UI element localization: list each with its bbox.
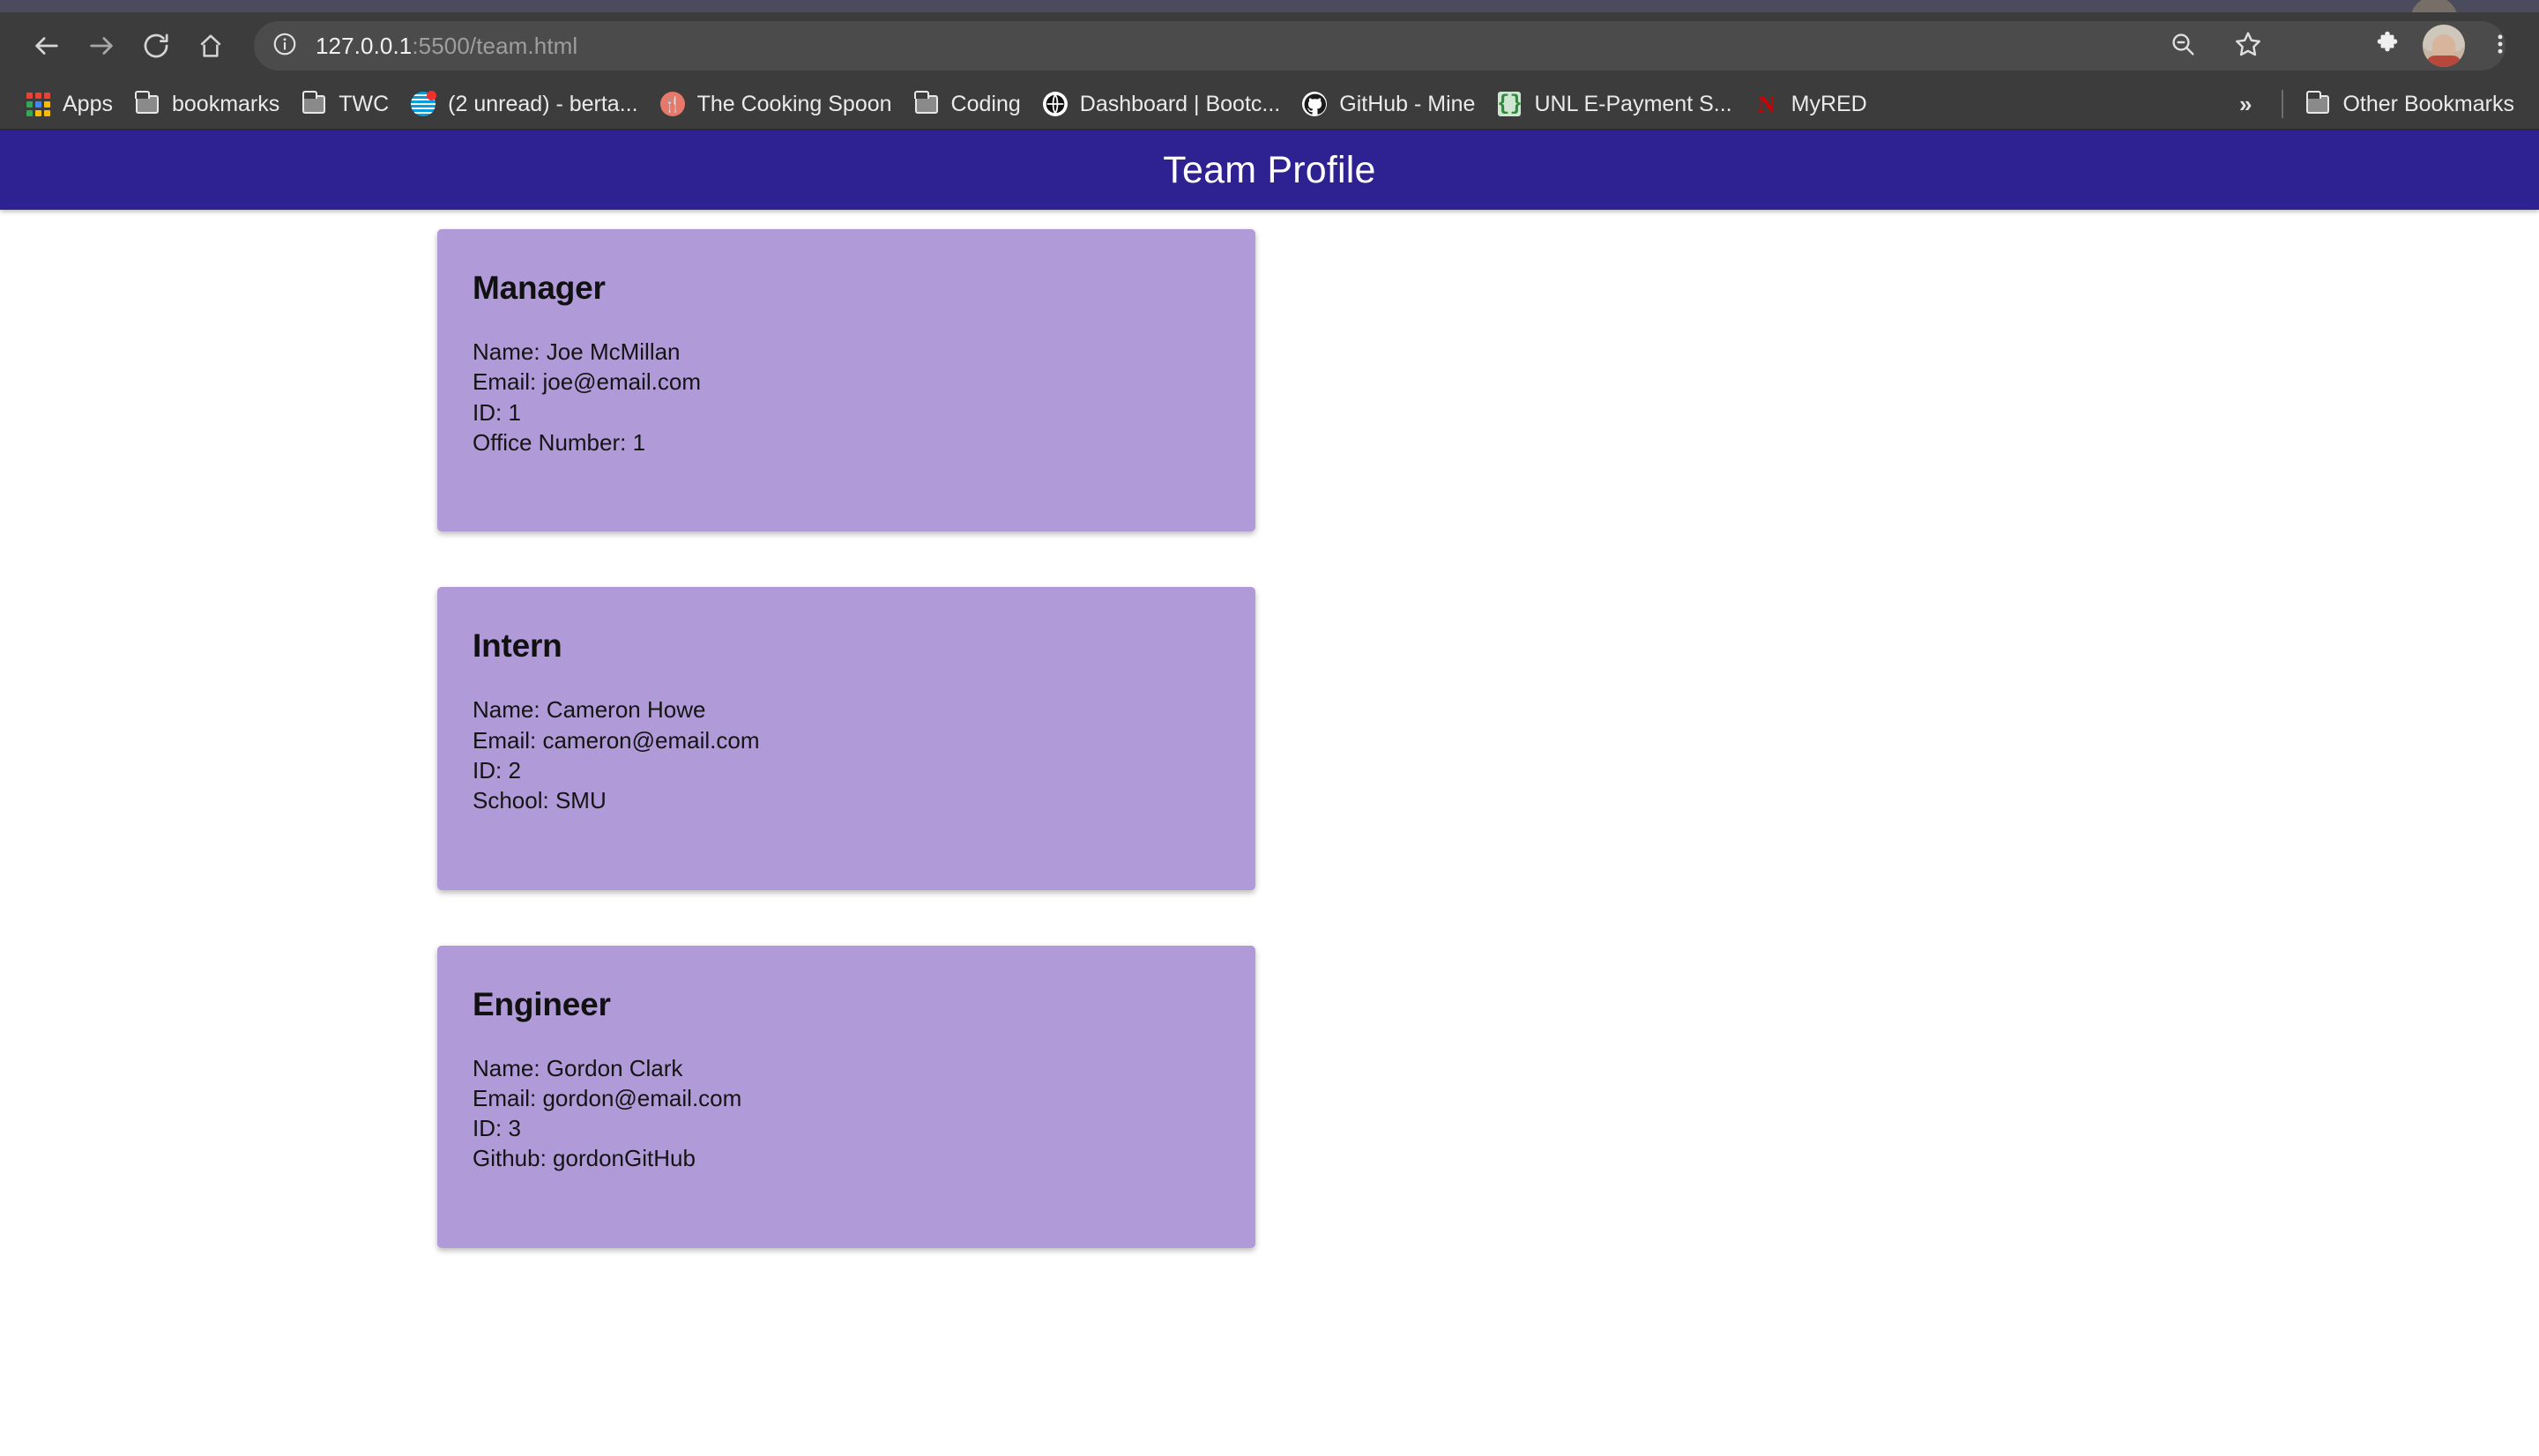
tab-strip <box>0 0 2539 12</box>
forward-button[interactable] <box>74 19 129 73</box>
bookmark-star-button[interactable] <box>2222 19 2275 72</box>
bookmark-label: (2 unread) - berta... <box>448 91 638 116</box>
card-id-line: ID: 3 <box>473 1115 521 1142</box>
att-mail-icon <box>410 91 437 117</box>
page-header-banner: Team Profile <box>0 130 2539 210</box>
zoom-out-button[interactable] <box>2156 19 2209 72</box>
bookmarks-bar: Apps bookmarks TWC (2 unread) - berta...… <box>0 79 2539 130</box>
reload-button[interactable] <box>129 19 183 73</box>
profile-button[interactable] <box>2417 19 2470 72</box>
browser-toolbar: 127.0.0.1:5500/team.html <box>0 12 2539 79</box>
other-bookmarks-button[interactable]: Other Bookmarks <box>2294 84 2525 124</box>
bookmarks-divider <box>2282 90 2284 118</box>
apps-grid-icon <box>25 91 51 117</box>
bookmark-label: bookmarks <box>171 91 280 116</box>
card-role-title: Engineer <box>473 985 611 1022</box>
card-name-line: Name: Joe McMillan <box>473 338 681 365</box>
star-icon <box>2233 29 2263 63</box>
card-id-line: ID: 2 <box>473 756 521 784</box>
bookmark-item-the-cooking-spoon[interactable]: 🍴 The Cooking Spoon <box>649 84 903 124</box>
bookmark-item-twc[interactable]: TWC <box>290 84 399 124</box>
bookmark-label: Coding <box>950 91 1021 116</box>
card-name-line: Name: Cameron Howe <box>473 696 706 724</box>
folder-icon <box>2304 90 2331 117</box>
page-viewport: Team Profile Manager Name: Joe McMillan … <box>0 130 2539 1456</box>
three-dot-menu-icon <box>2488 32 2513 61</box>
card-bottom-spacer <box>473 457 1220 496</box>
fork-knife-icon: 🍴 <box>659 91 686 117</box>
brackets-icon: {} <box>1497 92 1523 116</box>
home-button[interactable] <box>183 19 238 73</box>
bookmark-label: MyRED <box>1791 91 1867 116</box>
bookmark-item-github[interactable]: GitHub - Mine <box>1291 84 1485 124</box>
bookmark-label: GitHub - Mine <box>1339 91 1476 116</box>
url-host: 127.0.0.1 <box>316 32 413 59</box>
card-role-title: Intern <box>473 628 562 665</box>
card-extra-line: Github: gordonGitHub <box>473 1145 696 1172</box>
bookmark-item-dashboard[interactable]: Dashboard | Bootc... <box>1031 84 1291 124</box>
toolbar-right-actions <box>2361 19 2527 72</box>
card-email-line: Email: gordon@email.com <box>473 1084 742 1111</box>
browser-menu-button[interactable] <box>2474 19 2527 72</box>
folder-icon <box>913 90 940 117</box>
other-bookmarks-label: Other Bookmarks <box>2342 91 2514 116</box>
url-text: 127.0.0.1:5500/team.html <box>316 33 577 60</box>
back-arrow-icon <box>32 31 62 61</box>
url-path: :5500/team.html <box>412 32 578 59</box>
extensions-button[interactable] <box>2361 19 2414 72</box>
bookmark-item-mail[interactable]: (2 unread) - berta... <box>399 84 648 124</box>
team-card-intern: Intern Name: Cameron Howe Email: cameron… <box>437 587 1255 890</box>
bookmark-item-apps[interactable]: Apps <box>14 84 123 124</box>
card-name-line: Name: Gordon Clark <box>473 1054 683 1081</box>
forward-arrow-icon <box>86 31 116 61</box>
globe-icon <box>1042 91 1068 117</box>
team-cards-container: Manager Name: Joe McMillan Email: joe@em… <box>0 210 2539 1248</box>
bookmark-label: The Cooking Spoon <box>696 91 892 116</box>
folder-icon <box>301 90 327 117</box>
team-card-manager: Manager Name: Joe McMillan Email: joe@em… <box>437 229 1255 532</box>
page-title: Team Profile <box>1163 148 1376 191</box>
card-email-line: Email: cameron@email.com <box>473 726 760 754</box>
bookmark-item-bookmarks[interactable]: bookmarks <box>123 84 290 124</box>
bookmarks-overflow-button[interactable]: » <box>2220 91 2271 118</box>
bookmark-label: Dashboard | Bootc... <box>1079 91 1281 116</box>
tab-strip-partial-element <box>2410 0 2458 12</box>
nebraska-n-icon: N <box>1757 90 1776 117</box>
card-id-line: ID: 1 <box>473 398 521 426</box>
omnibox-trailing-actions <box>2156 19 2275 72</box>
card-bottom-spacer <box>473 816 1220 855</box>
puzzle-piece-icon <box>2373 30 2401 63</box>
back-button[interactable] <box>19 19 74 73</box>
folder-icon <box>134 90 160 117</box>
card-bottom-spacer <box>473 1174 1220 1213</box>
info-circle-icon[interactable] <box>272 31 298 62</box>
card-email-line: Email: joe@email.com <box>473 368 702 396</box>
team-card-engineer: Engineer Name: Gordon Clark Email: gordo… <box>437 945 1255 1248</box>
bookmark-item-myred[interactable]: N MyRED <box>1743 84 1878 124</box>
browser-window: 127.0.0.1:5500/team.html Apps bookmarks … <box>0 0 2539 1456</box>
card-extra-line: Office Number: 1 <box>473 428 646 456</box>
card-role-title: Manager <box>473 270 606 306</box>
bookmark-item-unl-epayment[interactable]: {} UNL E-Payment S... <box>1485 84 1742 124</box>
github-icon <box>1301 91 1328 117</box>
avatar-body <box>2426 56 2461 67</box>
bookmark-item-coding[interactable]: Coding <box>903 84 1031 124</box>
zoom-out-icon <box>2169 30 2197 63</box>
bookmark-label: Apps <box>63 91 113 116</box>
home-icon <box>197 32 225 60</box>
profile-avatar <box>2423 25 2465 67</box>
reload-icon <box>141 31 171 61</box>
bookmark-label: UNL E-Payment S... <box>1534 91 1732 116</box>
bookmark-label: TWC <box>339 91 390 116</box>
bookmarks-overflow-area: » Other Bookmarks <box>2220 84 2525 124</box>
card-extra-line: School: SMU <box>473 787 607 814</box>
